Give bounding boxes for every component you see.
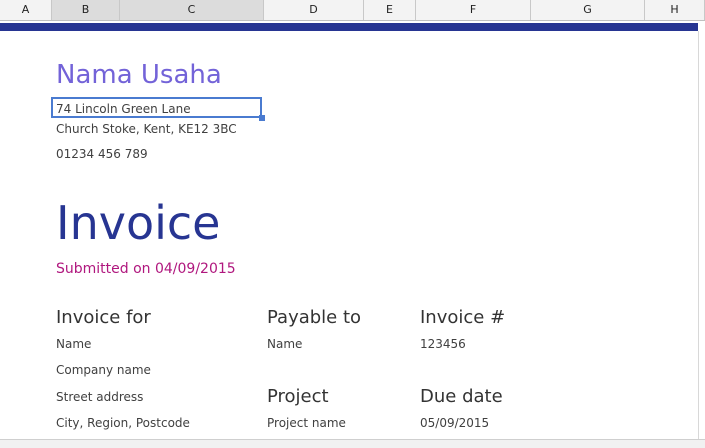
column-header-row: A B C D E F G H [0, 0, 705, 21]
submitted-date[interactable]: Submitted on 04/09/2015 [56, 261, 236, 277]
payable-to-name[interactable]: Name [267, 337, 302, 351]
invoice-title[interactable]: Invoice [56, 196, 220, 250]
column-header-g[interactable]: G [531, 0, 645, 20]
column-header-h[interactable]: H [645, 0, 705, 20]
sheet-right-border [698, 31, 699, 439]
fill-handle[interactable] [259, 115, 265, 121]
due-date-value[interactable]: 05/09/2015 [420, 416, 489, 430]
invoice-number-value[interactable]: 123456 [420, 337, 466, 351]
due-date-heading[interactable]: Due date [420, 386, 503, 407]
accent-bar [0, 23, 698, 31]
company-phone[interactable]: 01234 456 789 [56, 147, 148, 161]
company-address-line2[interactable]: Church Stoke, Kent, KE12 3BC [56, 122, 237, 136]
column-header-f[interactable]: F [416, 0, 531, 20]
column-header-e[interactable]: E [364, 0, 416, 20]
invoice-for-company[interactable]: Company name [56, 363, 151, 377]
column-header-a[interactable]: A [0, 0, 52, 20]
invoice-for-city[interactable]: City, Region, Postcode [56, 416, 190, 430]
active-cell-selection [51, 97, 262, 118]
invoice-for-name[interactable]: Name [56, 337, 91, 351]
company-name[interactable]: Nama Usaha [56, 60, 222, 90]
invoice-number-heading[interactable]: Invoice # [420, 307, 505, 328]
column-header-c[interactable]: C [120, 0, 264, 20]
column-header-b[interactable]: B [52, 0, 120, 20]
column-header-d[interactable]: D [264, 0, 364, 20]
invoice-for-heading[interactable]: Invoice for [56, 307, 151, 328]
payable-to-heading[interactable]: Payable to [267, 307, 361, 328]
project-heading[interactable]: Project [267, 386, 329, 407]
invoice-for-street[interactable]: Street address [56, 390, 143, 404]
project-name[interactable]: Project name [267, 416, 346, 430]
